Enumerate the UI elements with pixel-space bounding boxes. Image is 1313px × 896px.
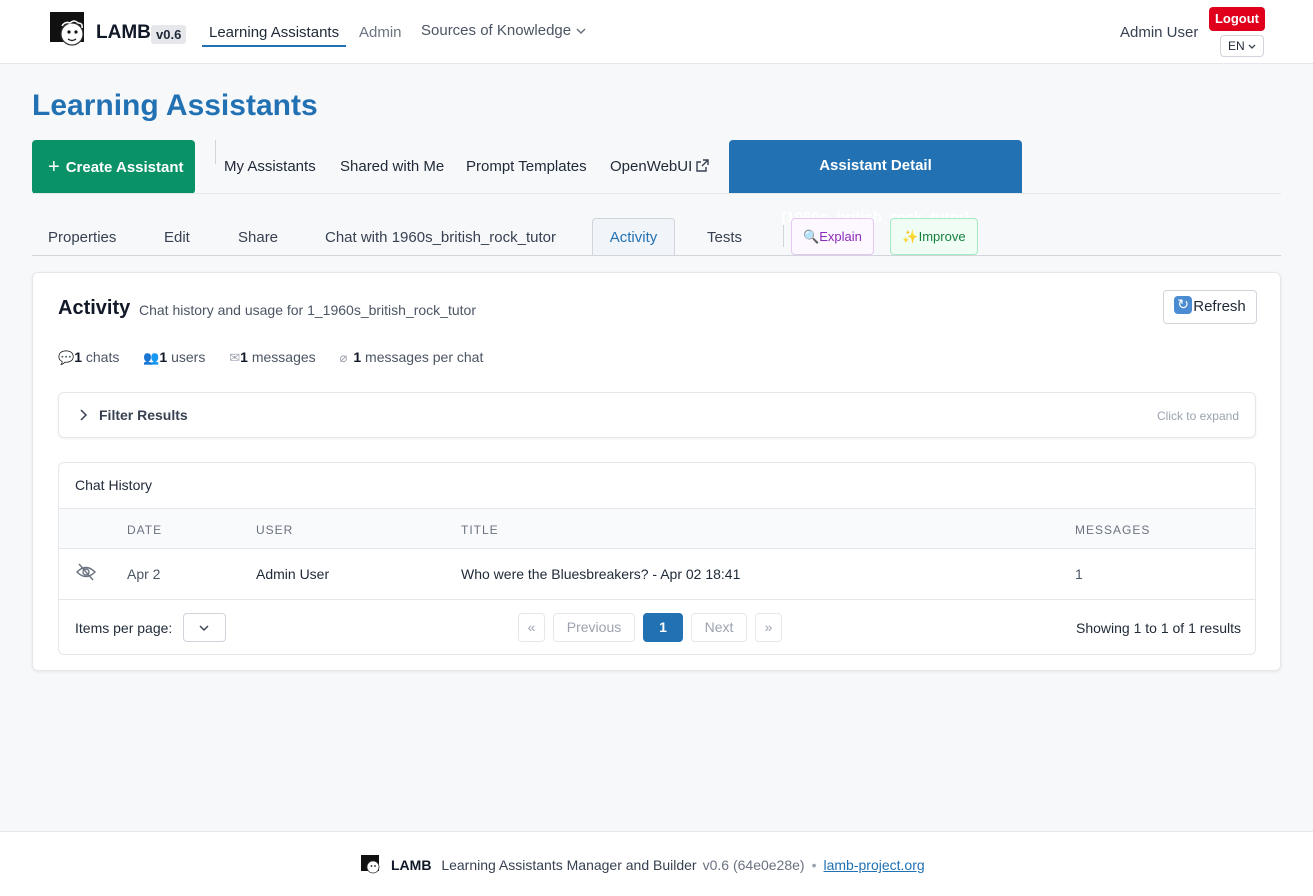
stat-mpc-label: messages per chat [365,349,484,365]
tab-divider [215,140,216,164]
improve-label: Improve [918,229,966,244]
create-assistant-button[interactable]: + Create Assistant [32,140,195,194]
brand-name: LAMB [96,22,151,43]
items-per-page-select[interactable] [183,613,226,642]
nav-learning-assistants[interactable]: Learning Assistants [202,24,347,47]
sparkles-icon: ✨ [902,229,919,244]
stat-mpc-value: 1 [353,349,362,365]
subtab-share[interactable]: Share [238,229,278,246]
subtabs-underline [32,255,1281,256]
nav-sources-label: Sources of Knowledge [421,22,572,39]
tab-openwebui-label: OpenWebUI [610,158,693,175]
lamb-logo-icon[interactable] [50,12,86,48]
stat-messages-per-chat: ⌀ 1 messages per chat [340,349,484,366]
filter-expand-hint: Click to expand [1156,409,1239,423]
tab-prompt-templates[interactable]: Prompt Templates [466,158,587,175]
filter-results-panel[interactable]: Filter Results Click to expand [58,392,1256,438]
cell-messages: 1 [1075,566,1083,582]
next-page-button[interactable]: Next [691,613,747,642]
table-header: DATE USER TITLE MESSAGES [59,508,1255,549]
footer-tagline: Learning Assistants Manager and Builder [441,857,697,873]
speech-bubble-icon: 💬 [58,350,75,365]
envelope-icon: ✉ [229,350,241,365]
subtab-activity[interactable]: Activity [592,218,675,256]
chat-history-table: Chat History DATE USER TITLE MESSAGES Ap… [58,462,1256,655]
language-select[interactable]: EN [1220,35,1264,57]
stat-chats-value: 1 [74,349,82,365]
nav-admin[interactable]: Admin [359,24,402,41]
subtab-properties[interactable]: Properties [48,229,116,246]
stat-chats-label: chats [85,349,120,365]
logout-button[interactable]: Logout [1209,7,1265,31]
filter-results-label: Filter Results [99,407,188,423]
stat-users-label: users [171,349,206,365]
column-header-date: DATE [127,523,163,537]
refresh-icon [1174,295,1193,314]
footer-content: LAMB Learning Assistants Manager and Bui… [361,855,925,875]
explain-button[interactable]: 🔍Explain [791,218,874,255]
footer-project-link[interactable]: lamb-project.org [823,857,924,873]
first-page-button[interactable]: « [518,613,545,642]
chevron-down-icon [199,625,209,631]
footer-separator: • [811,857,817,873]
stat-users-value: 1 [159,349,168,365]
cell-date: Apr 2 [127,566,161,582]
activity-card: Activity Chat history and usage for 1_19… [32,272,1281,671]
refresh-label: Refresh [1193,298,1246,315]
external-link-icon [696,159,710,172]
stat-chats: 💬1 chats [58,349,119,366]
previous-page-button[interactable]: Previous [553,613,635,642]
tab-assistant-detail[interactable]: Assistant Detail (1960s_british_rock_tut… [729,140,1022,226]
improve-button[interactable]: ✨Improve [890,218,978,255]
column-header-user: USER [256,523,294,537]
last-page-button[interactable]: » [755,613,782,642]
activity-title: Activity [58,297,131,319]
subtab-divider [783,225,784,247]
tab-my-assistants[interactable]: My Assistants [224,158,316,175]
footer-version: v0.6 (64e0e28e) [702,857,805,873]
subtab-chat[interactable]: Chat with 1960s_british_rock_tutor [325,229,556,246]
subtab-edit[interactable]: Edit [164,229,190,246]
eye-off-icon[interactable] [76,563,96,581]
cell-title[interactable]: Who were the Bluesbreakers? - Apr 02 18:… [461,566,740,582]
language-label: EN [1227,39,1245,53]
plus-icon: + [48,156,60,178]
create-assistant-label: Create Assistant [65,159,184,176]
users-icon: 👥 [143,350,160,365]
page-1-button[interactable]: 1 [643,613,683,642]
footer-brand: LAMB [391,857,432,873]
stat-messages-value: 1 [240,349,248,365]
page-title: Learning Assistants [32,89,318,122]
subtab-tests[interactable]: Tests [707,229,742,246]
version-badge: v0.6 [151,25,187,44]
stat-messages: ✉1 messages [229,349,315,366]
stat-users: 👥1 users [143,349,205,366]
tab-openwebui[interactable]: OpenWebUI [610,158,710,175]
results-summary: Showing 1 to 1 of 1 results [1076,620,1241,636]
chevron-right-icon [80,409,88,421]
pagination-bar: Items per page: « Previous 1 Next » Show… [59,600,1255,654]
items-per-page-label: Items per page: [75,620,173,636]
chevron-down-icon [576,28,586,35]
column-header-messages: MESSAGES [1075,523,1151,537]
activity-subtitle: Chat history and usage for 1_1960s_briti… [139,302,476,318]
stat-messages-label: messages [251,349,316,365]
footer: LAMB Learning Assistants Manager and Bui… [0,831,1313,896]
nav-sources-of-knowledge[interactable]: Sources of Knowledge [421,22,587,39]
cell-user: Admin User [256,566,330,582]
magnifier-icon: 🔍 [803,229,820,244]
explain-label: Explain [819,229,862,244]
chat-history-title: Chat History [75,477,153,493]
tabs-underline [32,193,1281,194]
activity-stats: 💬1 chats 👥1 users ✉1 messages ⌀ 1 message… [58,349,503,366]
lamb-logo-icon [361,855,380,874]
table-row[interactable]: Apr 2 Admin User Who were the Bluesbreak… [59,549,1255,600]
column-header-title: TITLE [461,523,499,537]
current-user-name: Admin User [1120,24,1199,41]
top-navbar: LAMB v0.6 Learning Assistants Admin Sour… [0,0,1313,64]
average-icon: ⌀ [339,350,348,365]
chevron-down-icon [1248,44,1256,49]
refresh-button[interactable]: Refresh [1163,290,1257,324]
tab-shared-with-me[interactable]: Shared with Me [340,158,444,175]
